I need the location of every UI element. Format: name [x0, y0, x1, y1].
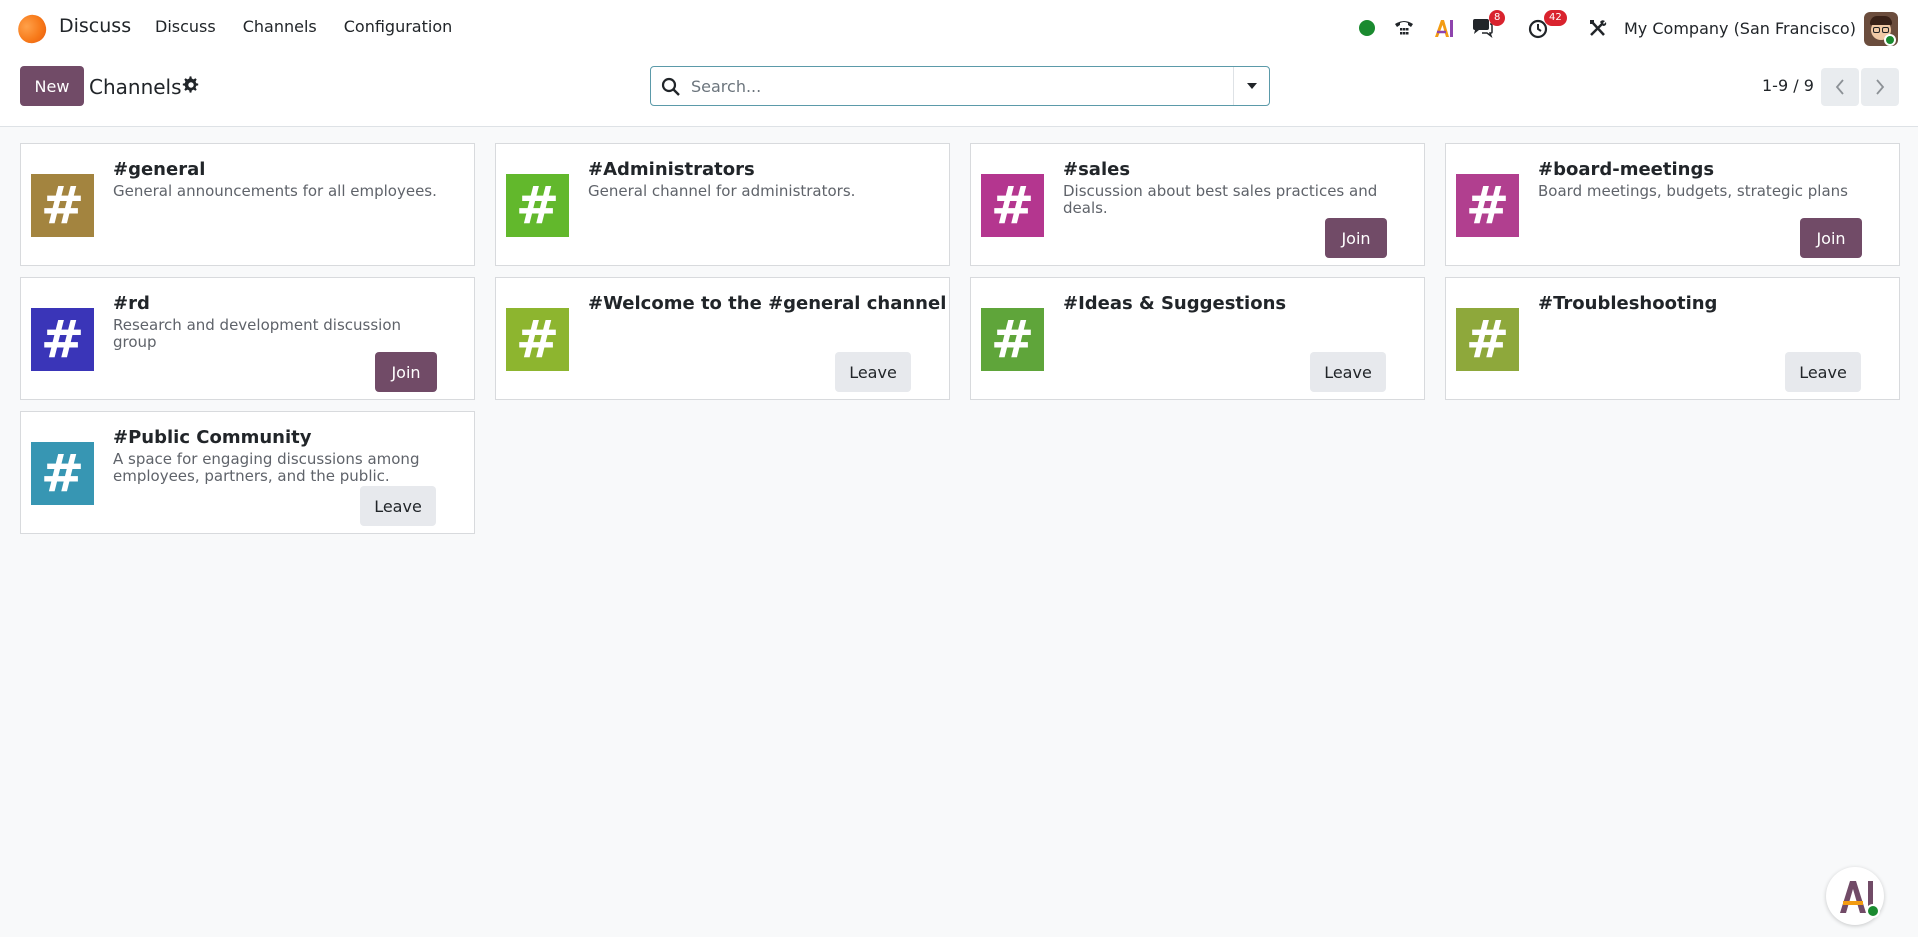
channel-card[interactable]: # #Public Community A space for engaging… [20, 411, 475, 534]
channel-card[interactable]: # #Administrators General channel for ad… [495, 143, 950, 266]
messages-icon[interactable]: 8 [1471, 10, 1511, 42]
channel-hash-icon: # [1456, 308, 1519, 371]
activities-count-badge: 42 [1544, 10, 1567, 26]
pager-value[interactable]: 1-9 / 9 [1762, 76, 1814, 95]
channel-hash-icon: # [981, 308, 1044, 371]
search-icon [661, 77, 680, 96]
channel-card[interactable]: # #sales Discussion about best sales pra… [970, 143, 1425, 266]
page-title: Channels [89, 75, 182, 99]
search-box [650, 66, 1270, 106]
channel-hash-icon: # [506, 308, 569, 371]
ai-icon[interactable] [1432, 14, 1456, 42]
join-button[interactable]: Join [1325, 218, 1387, 258]
channel-name: #Administrators [588, 159, 755, 180]
channel-card[interactable]: # #Troubleshooting Leave [1445, 277, 1900, 400]
channel-description: Board meetings, budgets, strategic plans [1538, 182, 1848, 200]
tools-icon[interactable] [1586, 14, 1610, 42]
search-options-toggle[interactable] [1233, 67, 1269, 105]
leave-button[interactable]: Leave [360, 486, 436, 526]
channel-name: #board-meetings [1538, 159, 1715, 180]
top-navbar: Discuss Discuss Channels Configuration 8… [0, 0, 1918, 54]
channel-card[interactable]: # #Ideas & Suggestions Leave [970, 277, 1425, 400]
channel-hash-icon: # [31, 442, 94, 505]
pager-next-button[interactable] [1861, 68, 1899, 106]
company-switcher[interactable]: My Company (San Francisco) [1624, 14, 1856, 42]
channel-hash-icon: # [31, 174, 94, 237]
leave-button[interactable]: Leave [1785, 352, 1861, 392]
channel-name: #general [113, 159, 206, 180]
search-input[interactable] [691, 73, 1211, 99]
channel-card[interactable]: # #board-meetings Board meetings, budget… [1445, 143, 1900, 266]
join-button[interactable]: Join [1800, 218, 1862, 258]
channel-hash-icon: # [1456, 174, 1519, 237]
activities-icon[interactable]: 42 [1528, 10, 1572, 42]
new-button[interactable]: New [20, 66, 84, 106]
channel-name: #Public Community [113, 427, 312, 448]
caret-down-icon [1246, 83, 1257, 89]
chevron-left-icon [1835, 79, 1844, 95]
leave-button[interactable]: Leave [835, 352, 911, 392]
user-online-status-icon [1884, 34, 1896, 46]
channel-card[interactable]: # #rd Research and development discussio… [20, 277, 475, 400]
channel-description: General channel for administrators. [588, 182, 856, 200]
channel-name: #Welcome to the #general channel [588, 293, 947, 314]
ai-assistant-status-icon [1866, 904, 1880, 918]
presence-status-icon[interactable] [1359, 20, 1375, 36]
chevron-right-icon [1876, 79, 1885, 95]
channel-description: General announcements for all employees. [113, 182, 437, 200]
channel-hash-icon: # [981, 174, 1044, 237]
leave-button[interactable]: Leave [1310, 352, 1386, 392]
channel-description: Discussion about best sales practices an… [1063, 182, 1378, 217]
channel-name: #sales [1063, 159, 1131, 180]
channel-name: #rd [113, 293, 150, 314]
channel-card[interactable]: # #general General announcements for all… [20, 143, 475, 266]
channel-hash-icon: # [31, 308, 94, 371]
join-button[interactable]: Join [375, 352, 437, 392]
control-panel: New Channels 1-9 / 9 [0, 54, 1918, 127]
channel-description: A space for engaging discussions among e… [113, 450, 420, 485]
messages-count-badge: 8 [1489, 10, 1506, 26]
channel-card[interactable]: # #Welcome to the #general channel Leave [495, 277, 950, 400]
phone-icon[interactable] [1392, 14, 1416, 42]
channel-name: #Ideas & Suggestions [1063, 293, 1287, 314]
pager-previous-button[interactable] [1821, 68, 1859, 106]
channel-name: #Troubleshooting [1538, 293, 1718, 314]
channel-description: Research and development discussion grou… [113, 316, 402, 351]
channel-hash-icon: # [506, 174, 569, 237]
systray: 8 42 My Company (San Francisco) [0, 10, 1918, 46]
gear-icon[interactable] [182, 76, 200, 94]
